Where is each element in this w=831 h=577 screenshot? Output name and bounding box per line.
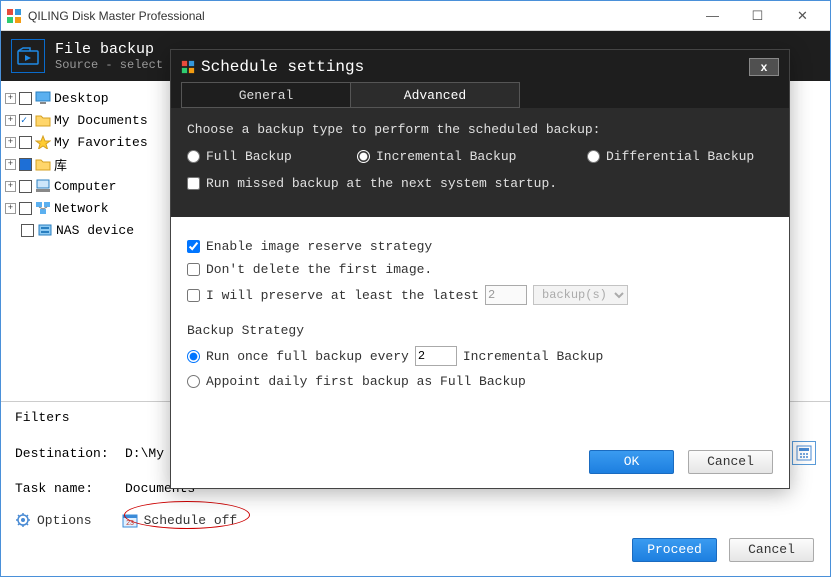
checkbox-enable-reserve[interactable]: Enable image reserve strategy	[187, 239, 432, 254]
tree-item-label: Network	[54, 201, 109, 216]
titlebar: QILING Disk Master Professional — ☐ ✕	[1, 1, 830, 31]
checkbox-icon[interactable]	[19, 158, 32, 171]
tree-item-label: Computer	[54, 179, 116, 194]
tree-item[interactable]: + My Favorites	[5, 131, 166, 153]
preserve-count-input[interactable]	[485, 285, 527, 305]
checkbox-icon[interactable]	[21, 224, 34, 237]
close-button[interactable]: ✕	[780, 2, 825, 30]
destination-label: Destination:	[15, 446, 125, 461]
window-title: QILING Disk Master Professional	[28, 9, 690, 23]
tree-item[interactable]: +库	[5, 153, 166, 175]
desktop-icon	[35, 91, 51, 105]
page-subtitle: Source - select	[55, 58, 163, 72]
backup-type-prompt: Choose a backup type to perform the sche…	[187, 122, 773, 137]
tree-item[interactable]: + Network	[5, 197, 166, 219]
cancel-button[interactable]: Cancel	[729, 538, 814, 562]
dialog-ok-button[interactable]: OK	[589, 450, 674, 474]
tree-item-label: My Documents	[54, 113, 148, 128]
computer-icon	[35, 179, 51, 193]
tab-general[interactable]: General	[181, 82, 351, 108]
tree-item-label: Desktop	[54, 91, 109, 106]
folder-icon	[35, 157, 51, 171]
calendar-icon: 23	[122, 512, 138, 528]
folder-icon	[35, 113, 51, 127]
tree-item[interactable]: + Computer	[5, 175, 166, 197]
svg-text:23: 23	[126, 520, 134, 527]
dialog-close-button[interactable]: x	[749, 58, 779, 76]
radio-strategy-daily-first[interactable]: Appoint daily first backup as Full Backu…	[187, 374, 526, 389]
maximize-button[interactable]: ☐	[735, 2, 780, 30]
expand-icon[interactable]: +	[5, 181, 16, 192]
expand-icon[interactable]: +	[5, 203, 16, 214]
checkbox-dont-delete-first[interactable]: Don't delete the first image.	[187, 262, 432, 277]
calculator-icon[interactable]	[792, 441, 816, 465]
file-backup-icon	[11, 39, 45, 73]
dialog-title: Schedule settings	[201, 58, 749, 76]
network-icon	[35, 201, 51, 215]
radio-incremental-backup[interactable]: Incremental Backup	[357, 149, 577, 164]
tree-item-label: 库	[54, 155, 67, 174]
proceed-button[interactable]: Proceed	[632, 538, 717, 562]
expand-icon[interactable]: +	[5, 93, 16, 104]
expand-icon[interactable]: +	[5, 159, 16, 170]
radio-full-backup[interactable]: Full Backup	[187, 149, 347, 164]
tree-item[interactable]: NAS device	[5, 219, 166, 241]
page-title: File backup	[55, 41, 163, 58]
checkbox-icon[interactable]	[19, 202, 32, 215]
schedule-settings-dialog: Schedule settings x General Advanced Cho…	[170, 49, 790, 489]
filters-label: Filters	[15, 410, 70, 425]
tree-item-label: My Favorites	[54, 135, 148, 150]
expand-icon[interactable]: +	[5, 115, 16, 126]
star-icon	[35, 135, 51, 149]
taskname-label: Task name:	[15, 481, 125, 496]
radio-strategy-run-every[interactable]: Run once full backup every	[187, 349, 409, 364]
checkbox-preserve-latest[interactable]: I will preserve at least the latest	[187, 288, 479, 303]
tree-item[interactable]: + Desktop	[5, 87, 166, 109]
options-link[interactable]: Options	[15, 512, 92, 528]
app-logo-icon	[6, 8, 22, 24]
backup-strategy-label: Backup Strategy	[187, 323, 773, 338]
checkbox-icon[interactable]	[19, 136, 32, 149]
minimize-button[interactable]: —	[690, 2, 735, 30]
tab-advanced[interactable]: Advanced	[350, 82, 520, 108]
radio-differential-backup[interactable]: Differential Backup	[587, 149, 754, 164]
checkbox-icon[interactable]	[19, 114, 32, 127]
options-label: Options	[37, 513, 92, 528]
source-tree[interactable]: +Desktop+My Documents+My Favorites+库+Com…	[1, 81, 171, 401]
checkbox-icon[interactable]	[19, 180, 32, 193]
checkbox-run-missed[interactable]: Run missed backup at the next system sta…	[187, 176, 557, 191]
checkbox-icon[interactable]	[19, 92, 32, 105]
preserve-unit-select[interactable]: backup(s)	[533, 285, 628, 305]
tree-item-label: NAS device	[56, 223, 134, 238]
gear-icon	[15, 512, 31, 528]
dialog-cancel-button[interactable]: Cancel	[688, 450, 773, 474]
tree-item[interactable]: + My Documents	[5, 109, 166, 131]
expand-icon[interactable]: +	[5, 137, 16, 148]
schedule-label: Schedule off	[144, 513, 238, 528]
schedule-link[interactable]: 23 Schedule off	[122, 512, 238, 528]
nas-icon	[37, 223, 53, 237]
dialog-logo-icon	[181, 60, 195, 74]
strategy-suffix: Incremental Backup	[463, 349, 603, 364]
strategy-count-input[interactable]	[415, 346, 457, 366]
